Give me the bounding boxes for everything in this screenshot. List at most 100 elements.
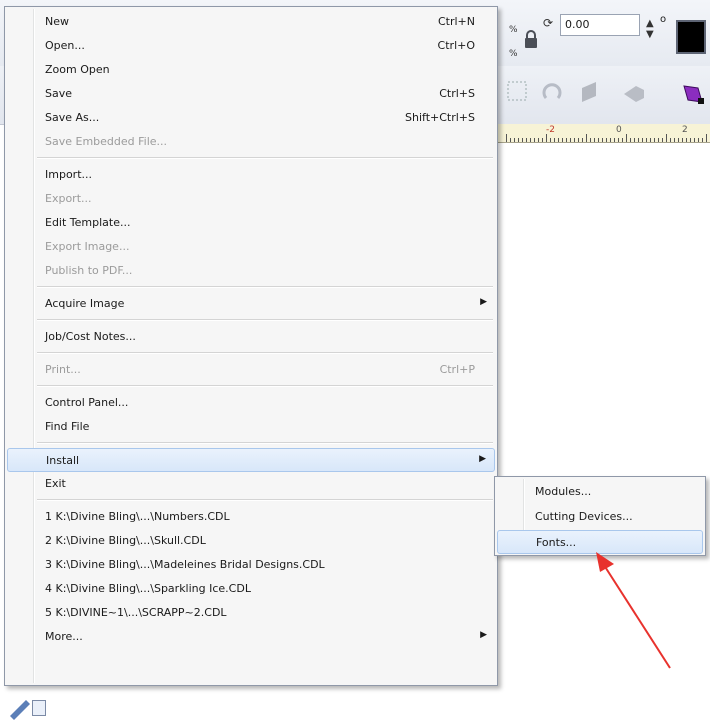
menu-item-label: Publish to PDF...	[45, 264, 133, 277]
menu-item-4-k-divine-bling-sparkling-ice-cdl[interactable]: 4 K:\Divine Bling\...\Sparkling Ice.CDL	[7, 577, 495, 601]
menu-item-acquire-image[interactable]: Acquire Image ▶	[7, 292, 495, 316]
install-submenu: Modules... Cutting Devices... Fonts...	[494, 476, 706, 556]
ruler-label: 0	[616, 125, 622, 135]
ruler-tick	[538, 138, 539, 142]
menu-item-find-file[interactable]: Find File	[7, 415, 495, 439]
ruler-tick	[622, 138, 623, 142]
menu-item-label: Import...	[45, 168, 92, 181]
submenu-arrow-icon: ▶	[479, 454, 486, 464]
rotation-spinner[interactable]: ▲ ▼	[646, 18, 654, 40]
ruler-tick	[586, 134, 587, 142]
ruler-tick	[698, 138, 699, 142]
menu-item-import[interactable]: Import...	[7, 163, 495, 187]
menu-item-label: Save	[45, 87, 73, 100]
ruler-tick	[614, 138, 615, 142]
ruler-tick	[610, 138, 611, 142]
ruler-tick	[650, 138, 651, 142]
menu-item-label: 1 K:\Divine Bling\...\Numbers.CDL	[45, 510, 230, 523]
menu-item-label: Save As...	[45, 111, 100, 124]
ruler-tick	[618, 138, 619, 142]
ruler-tick	[590, 138, 591, 142]
annotation-arrow-icon	[596, 552, 671, 669]
ruler-tick	[694, 138, 695, 142]
scale-arrows-icon[interactable]: % %	[509, 22, 517, 60]
ruler-tick	[670, 138, 671, 142]
submenu-item-label: Fonts...	[536, 536, 577, 549]
menu-item-more[interactable]: More... ▶	[7, 625, 495, 649]
submenu-item-label: Cutting Devices...	[535, 510, 633, 523]
menu-item-save-as[interactable]: Save As... Shift+Ctrl+S	[7, 106, 495, 130]
menu-separator	[37, 286, 493, 288]
frame-icon[interactable]	[504, 78, 532, 106]
ruler-tick	[514, 138, 515, 142]
menu-item-label: Find File	[45, 420, 90, 433]
menu-item-2-k-divine-bling-skull-cdl[interactable]: 2 K:\Divine Bling\...\Skull.CDL	[7, 529, 495, 553]
ruler-tick	[702, 138, 703, 142]
ruler-label: -2	[546, 125, 555, 135]
menu-separator	[37, 157, 493, 159]
ruler-tick	[658, 138, 659, 142]
menu-item-save[interactable]: Save Ctrl+S	[7, 82, 495, 106]
ruler-tick	[550, 138, 551, 142]
svg-text:%: %	[509, 49, 517, 59]
degree-icon: o	[660, 14, 667, 25]
ruler-tick	[642, 138, 643, 142]
menu-separator	[37, 319, 493, 321]
color-swatch[interactable]	[676, 20, 706, 54]
menu-item-shortcut: Ctrl+O	[437, 39, 475, 52]
menu-item-save-embedded-file[interactable]: Save Embedded File...	[7, 130, 495, 154]
ruler-tick	[506, 134, 507, 142]
ruler-tick	[638, 138, 639, 142]
rotate-icon: ⟳	[543, 16, 554, 30]
menu-item-edit-template[interactable]: Edit Template...	[7, 211, 495, 235]
menu-item-zoom-open[interactable]: Zoom Open	[7, 58, 495, 82]
small-tool-icon[interactable]	[32, 700, 46, 716]
menu-item-label: 2 K:\Divine Bling\...\Skull.CDL	[45, 534, 206, 547]
ruler-tick	[574, 138, 575, 142]
menu-item-new[interactable]: New Ctrl+N	[7, 10, 495, 34]
ruler-tick	[682, 138, 683, 142]
ruler-tick	[666, 134, 667, 142]
ruler-tick	[690, 138, 691, 142]
ruler-tick	[630, 138, 631, 142]
ruler-tick	[530, 138, 531, 142]
ruler-tick	[562, 138, 563, 142]
menu-item-label: Export Image...	[45, 240, 130, 253]
menu-item-label: Print...	[45, 363, 81, 376]
menu-item-3-k-divine-bling-madeleines-bridal-designs-cdl[interactable]: 3 K:\Divine Bling\...\Madeleines Bridal …	[7, 553, 495, 577]
menu-item-exit[interactable]: Exit	[7, 472, 495, 496]
menu-item-label: Open...	[45, 39, 85, 52]
perspective-tool-icon[interactable]	[620, 78, 648, 106]
submenu-item-modules[interactable]: Modules...	[497, 480, 703, 504]
menu-item-1-k-divine-bling-numbers-cdl[interactable]: 1 K:\Divine Bling\...\Numbers.CDL	[7, 505, 495, 529]
menu-item-5-k-divine-1-scrapp-2-cdl[interactable]: 5 K:\DIVINE~1\...\SCRAPP~2.CDL	[7, 601, 495, 625]
fill-tool-icon[interactable]	[680, 82, 708, 108]
menu-item-shortcut: Ctrl+P	[439, 363, 475, 376]
menu-item-label: More...	[45, 630, 83, 643]
menu-item-print[interactable]: Print... Ctrl+P	[7, 358, 495, 382]
pen-tool-icon[interactable]	[6, 690, 34, 722]
ruler-tick	[674, 138, 675, 142]
submenu-item-cutting-devices[interactable]: Cutting Devices...	[497, 505, 703, 529]
menu-item-export[interactable]: Export...	[7, 187, 495, 211]
horizontal-ruler: -2 0 2	[498, 124, 710, 143]
menu-item-job-cost-notes[interactable]: Job/Cost Notes...	[7, 325, 495, 349]
menu-item-label: New	[45, 15, 69, 28]
menu-item-install[interactable]: Install ▶	[7, 448, 495, 472]
ruler-tick	[522, 138, 523, 142]
menu-item-label: 5 K:\DIVINE~1\...\SCRAPP~2.CDL	[45, 606, 227, 619]
rotation-input[interactable]: 0.00	[560, 14, 640, 36]
menu-item-label: Export...	[45, 192, 92, 205]
rotate-tool-icon[interactable]	[538, 78, 566, 106]
menu-item-publish-to-pdf[interactable]: Publish to PDF...	[7, 259, 495, 283]
menu-item-control-panel[interactable]: Control Panel...	[7, 391, 495, 415]
menu-item-export-image[interactable]: Export Image...	[7, 235, 495, 259]
skew-tool-icon[interactable]	[576, 78, 604, 106]
file-menu: New Ctrl+N Open... Ctrl+O Zoom Open Save Ctrl+…	[4, 6, 498, 686]
submenu-arrow-icon: ▶	[480, 297, 487, 307]
ruler-tick	[546, 134, 547, 142]
lock-icon[interactable]	[522, 30, 540, 50]
submenu-arrow-icon: ▶	[480, 630, 487, 640]
menu-item-shortcut: Shift+Ctrl+S	[405, 111, 475, 124]
menu-item-open[interactable]: Open... Ctrl+O	[7, 34, 495, 58]
